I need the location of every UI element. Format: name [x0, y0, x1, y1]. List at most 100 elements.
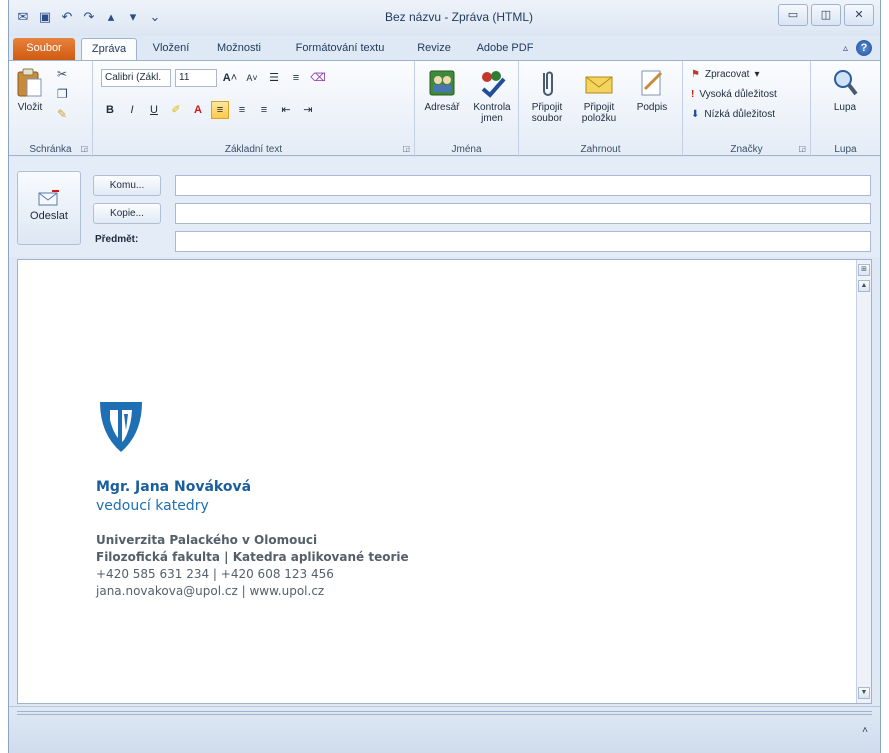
decrease-indent-icon[interactable]: ⇤ — [277, 101, 295, 119]
zoom-button[interactable]: Lupa — [821, 67, 869, 113]
tab-adobe-pdf[interactable]: Adobe PDF — [469, 38, 541, 60]
subject-label: Předmět: — [95, 234, 139, 245]
group-label: Lupa — [834, 144, 857, 155]
numbering-icon[interactable]: ≡ — [287, 69, 305, 87]
attach-item-button[interactable]: Připojit položku — [573, 67, 625, 124]
tab-review[interactable]: Revize — [409, 38, 459, 60]
font-name-combo[interactable]: Calibri (Zákl. — [101, 69, 171, 87]
increase-indent-icon[interactable]: ⇥ — [299, 101, 317, 119]
italic-button[interactable]: I — [123, 101, 141, 119]
undo-icon[interactable]: ↶ — [59, 9, 75, 25]
save-icon[interactable]: ▣ — [37, 9, 53, 25]
up-icon[interactable]: ▴ — [103, 9, 119, 25]
highlight-icon[interactable]: ✐ — [167, 101, 185, 119]
underline-button[interactable]: U — [145, 101, 163, 119]
clear-format-icon[interactable]: ⌫ — [309, 69, 327, 87]
group-zoom: Lupa Lupa — [811, 61, 880, 157]
title-bar: ✉ ▣ ↶ ↷ ▴ ▾ ⌄ Bez názvu - Zpráva (HTML) … — [9, 0, 880, 36]
vertical-scrollbar[interactable]: ⊞ ▲ ▼ — [856, 260, 871, 703]
address-book-button[interactable]: Adresář — [419, 67, 465, 113]
to-input[interactable] — [175, 175, 871, 196]
tab-insert[interactable]: Vložení — [143, 38, 199, 60]
scroll-up-icon[interactable]: ▲ — [858, 280, 870, 292]
cut-icon[interactable]: ✂ — [57, 67, 68, 81]
message-body[interactable]: Mgr. Jana Nováková vedoucí katedry Unive… — [17, 259, 872, 704]
ribbon: Vložit ✂ ❐ ✎ Schránka ◲ Calibri (Zákl. 1… — [9, 60, 880, 157]
magnifier-icon — [834, 70, 858, 96]
signature-name: Mgr. Jana Nováková — [96, 479, 252, 495]
check-names-icon — [481, 71, 506, 98]
send-icon — [38, 190, 59, 206]
help-icon[interactable]: ? — [856, 40, 872, 56]
format-painter-icon[interactable]: ✎ — [57, 107, 68, 121]
cc-button[interactable]: Kopie... — [93, 203, 161, 224]
tab-file[interactable]: Soubor — [13, 38, 75, 60]
font-size-combo[interactable]: 11 — [175, 69, 217, 87]
bullets-icon[interactable]: ☰ — [265, 69, 283, 87]
maximize-icon[interactable]: ◫ — [811, 4, 841, 26]
group-label: Značky — [730, 144, 763, 155]
redo-icon[interactable]: ↷ — [81, 9, 97, 25]
app-icon[interactable]: ✉ — [15, 9, 31, 25]
group-label: Zahrnout — [580, 144, 621, 155]
ruler-toggle-icon[interactable]: ⊞ — [858, 264, 870, 276]
customize-icon[interactable]: ⌄ — [147, 9, 163, 25]
close-icon[interactable]: ✕ — [844, 4, 874, 26]
subject-input[interactable] — [175, 231, 871, 252]
low-importance-button[interactable]: ⬇ Nízká důležitost — [691, 109, 775, 120]
signature-button[interactable]: Podpis — [629, 67, 675, 113]
address-book-icon — [429, 70, 455, 96]
tab-message[interactable]: Zpráva — [81, 38, 137, 60]
down-icon[interactable]: ▾ — [125, 9, 141, 25]
paste-button[interactable]: Vložit — [13, 67, 47, 113]
email-signature: Mgr. Jana Nováková vedoucí katedry Unive… — [96, 400, 409, 598]
to-button[interactable]: Komu... — [93, 175, 161, 196]
copy-icon[interactable]: ❐ — [57, 87, 68, 101]
dialog-launcher-icon[interactable]: ◲ — [798, 144, 806, 153]
university-logo — [100, 402, 142, 452]
align-left-icon[interactable]: ≡ — [211, 101, 229, 119]
expand-pane-icon[interactable]: ˄ — [862, 725, 868, 736]
flag-icon: ⚑ — [691, 69, 700, 80]
font-color-icon[interactable]: A — [189, 101, 207, 119]
cc-input[interactable] — [175, 203, 871, 224]
pane-splitter[interactable] — [17, 711, 872, 715]
bold-button[interactable]: B — [101, 101, 119, 119]
send-button[interactable]: Odeslat — [17, 171, 81, 245]
dialog-launcher-icon[interactable]: ◲ — [80, 144, 88, 153]
signature-phones: +420 585 631 234 | +420 608 123 456 — [96, 567, 334, 581]
grow-font-icon[interactable]: A˄ — [221, 69, 239, 87]
attach-file-button[interactable]: Připojit soubor — [523, 67, 571, 124]
shrink-font-icon[interactable]: A˅ — [243, 69, 261, 87]
align-center-icon[interactable]: ≡ — [233, 101, 251, 119]
quick-access-toolbar: ✉ ▣ ↶ ↷ ▴ ▾ ⌄ — [15, 9, 163, 25]
signature-contact: jana.novakova@upol.cz | www.upol.cz — [96, 584, 325, 598]
help-area: ▵ ? — [843, 40, 872, 56]
group-label: Základní text — [224, 144, 283, 155]
high-importance-button[interactable]: ! Vysoká důležitost — [691, 89, 777, 100]
group-names: Adresář Kontrola jmen Jména — [415, 61, 519, 157]
check-names-button[interactable]: Kontrola jmen — [467, 67, 517, 124]
align-right-icon[interactable]: ≡ — [255, 101, 273, 119]
group-tags: ⚑ Zpracovat ▾ ! Vysoká důležitost ⬇ Nízká… — [683, 61, 811, 157]
tab-format-text[interactable]: Formátování textu — [281, 38, 399, 60]
people-pane: ˄ — [9, 706, 880, 753]
signature-icon — [641, 70, 663, 96]
message-header: Odeslat Komu... Kopie... Předmět: — [9, 157, 880, 257]
outlook-message-window: ✉ ▣ ↶ ↷ ▴ ▾ ⌄ Bez názvu - Zpráva (HTML) … — [8, 0, 881, 753]
follow-up-button[interactable]: ⚑ Zpracovat ▾ — [691, 69, 759, 80]
dialog-launcher-icon[interactable]: ◲ — [402, 144, 410, 153]
signature-role: vedoucí katedry — [96, 498, 209, 514]
signature-university: Univerzita Palackého v Olomouci — [96, 533, 318, 547]
ribbon-tabs: Soubor Zpráva Vložení Možnosti Formátová… — [9, 36, 880, 60]
group-basic-text: Calibri (Zákl. 11 A˄ A˅ ☰ ≡ ⌫ B I U ✐ A … — [93, 61, 415, 157]
down-arrow-icon: ⬇ — [691, 109, 700, 120]
minimize-icon[interactable]: ▭ — [778, 4, 808, 26]
collapse-ribbon-icon[interactable]: ▵ — [843, 43, 848, 54]
scroll-down-icon[interactable]: ▼ — [858, 687, 870, 699]
signature-faculty: Filozofická fakulta | Katedra aplikované… — [96, 550, 409, 564]
tab-options[interactable]: Možnosti — [207, 38, 271, 60]
group-label: Jména — [451, 144, 482, 155]
window-title: Bez názvu - Zpráva (HTML) — [384, 10, 534, 24]
group-clipboard: Vložit ✂ ❐ ✎ Schránka ◲ — [9, 61, 93, 157]
